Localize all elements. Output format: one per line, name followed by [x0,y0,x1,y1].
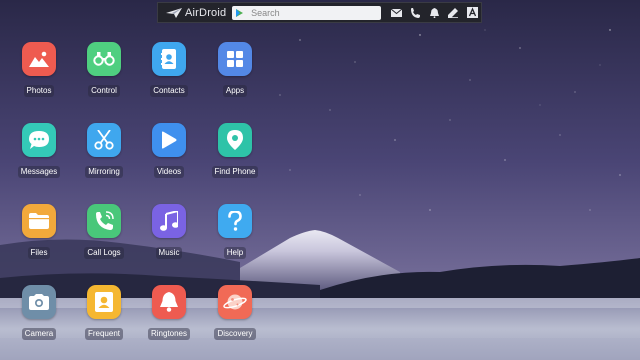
app-find-phone[interactable]: Find Phone [202,123,266,193]
top-bar: AirDroid [157,2,482,23]
desktop: AirDroid Search Photos Control Contacts … [0,0,640,360]
paper-plane-icon [166,7,182,18]
toolbar-icons [386,5,481,21]
app-label: Photos [23,85,55,97]
app-label: Messages [17,166,61,178]
app-label: Music [155,247,183,259]
mail-icon[interactable] [387,5,405,21]
app-videos[interactable]: Videos [136,123,200,193]
app-frequent[interactable]: Frequent [71,285,135,355]
app-mirroring[interactable]: Mirroring [71,123,135,193]
app-apps[interactable]: Apps [202,42,266,112]
app-label: Find Phone [211,166,259,178]
pen-icon[interactable] [444,5,462,21]
app-files[interactable]: Files [6,204,70,274]
airdroid-logo[interactable]: AirDroid [166,7,229,19]
logo-text: AirDroid [185,6,227,19]
app-label: Frequent [84,328,124,340]
location-pin-icon [218,123,252,157]
bell-icon[interactable] [425,5,443,21]
photos-icon [22,42,56,76]
app-discovery[interactable]: Discovery [202,285,266,355]
app-label: Mirroring [85,166,123,178]
app-label: Help [223,247,247,259]
planet-icon [218,285,252,319]
app-label: Contacts [150,85,188,97]
app-music[interactable]: Music [136,204,200,274]
frequent-contact-icon [87,285,121,319]
music-note-icon [152,204,186,238]
chat-bubble-icon [22,123,56,157]
scissors-icon [87,123,121,157]
app-ringtones[interactable]: Ringtones [136,285,200,355]
app-label: Files [27,247,51,259]
text-icon[interactable] [463,5,481,21]
search-box[interactable] [232,5,381,20]
app-label: Apps [222,85,248,97]
app-label: Ringtones [147,328,191,340]
bell-ring-icon [152,285,186,319]
app-photos[interactable]: Photos [6,42,70,112]
app-label: Camera [21,328,57,340]
app-label: Discovery [214,328,256,340]
phone-icon[interactable] [406,5,424,21]
apps-grid-icon [218,42,252,76]
app-label: Control [88,85,120,97]
app-contacts[interactable]: Contacts [136,42,200,112]
question-icon [218,204,252,238]
search-input[interactable] [243,6,372,19]
folder-icon [22,204,56,238]
app-label: Videos [153,166,185,178]
app-label: Call Logs [84,247,124,259]
app-messages[interactable]: Messages [6,123,70,193]
play-store-icon [236,8,244,17]
app-call-logs[interactable]: Call Logs [71,204,135,274]
phone-call-icon [87,204,121,238]
contacts-icon [152,42,186,76]
app-camera[interactable]: Camera [6,285,70,355]
binoculars-icon [87,42,121,76]
app-control[interactable]: Control [71,42,135,112]
play-icon [152,123,186,157]
camera-icon [22,285,56,319]
app-help[interactable]: Help [202,204,266,274]
